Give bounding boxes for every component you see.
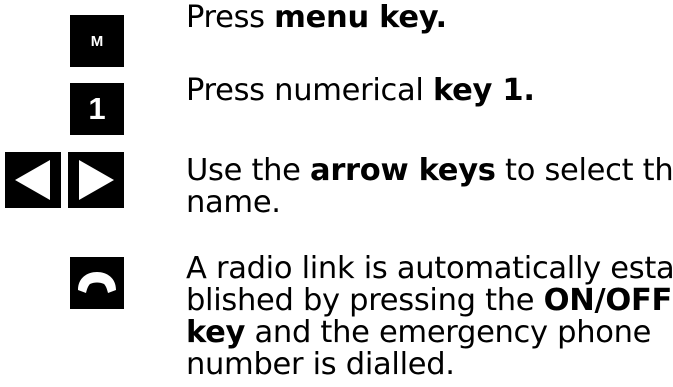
arrow-right-glyph: [79, 160, 114, 200]
step-2-pre: Press numerical: [186, 73, 433, 108]
step-4-line4: number is dialled.: [186, 347, 455, 382]
arrow-right-key-icon: [68, 152, 124, 208]
step-4-text: A radio link is automatically esta-blish…: [186, 253, 673, 381]
step-3-line2: name.: [186, 185, 281, 220]
handset-glyph: [78, 272, 116, 293]
number-1-key-label: 1: [88, 91, 106, 126]
step-1-text: Press menu key.: [186, 2, 447, 34]
step-4-line2-bold: ON/OFF: [543, 283, 673, 318]
step-4-line1: A radio link is automatically esta-: [186, 251, 673, 286]
menu-key-label: M: [90, 32, 104, 50]
handset-onoff-key-icon: [70, 257, 124, 309]
step-3-text: Use the arrow keys to select the name.: [186, 155, 673, 219]
step-2-text: Press numerical key 1.: [186, 75, 535, 107]
number-1-key-icon: 1: [70, 83, 124, 135]
arrow-left-glyph: [15, 160, 50, 200]
step-2-bold: key 1.: [432, 73, 535, 108]
menu-key-icon: M: [70, 15, 124, 67]
step-4-line2-pre: blished by pressing the: [186, 283, 544, 318]
step-3-post: to select the: [495, 153, 673, 188]
step-3-pre: Use the: [186, 153, 311, 188]
step-4-line3-bold: key: [186, 315, 246, 350]
step-4-line3-post: and the emergency phone: [245, 315, 652, 350]
step-1-bold: menu key.: [274, 0, 447, 35]
step-3-bold: arrow keys: [310, 153, 496, 188]
step-1-pre: Press: [186, 0, 275, 35]
arrow-left-key-icon: [5, 152, 61, 208]
